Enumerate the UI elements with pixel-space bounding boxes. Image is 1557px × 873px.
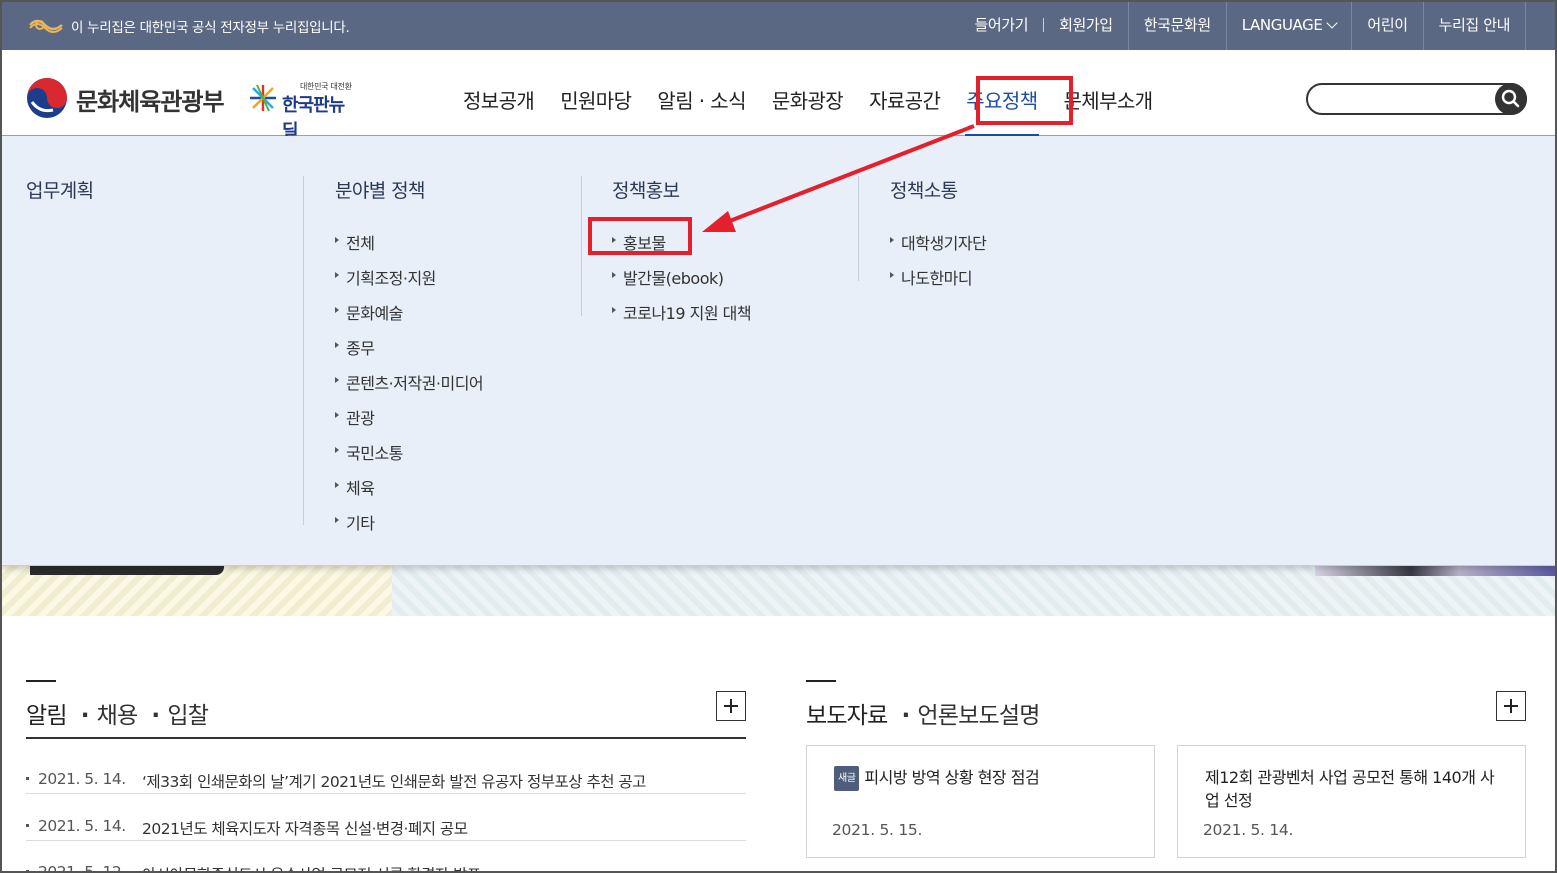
banner-photo <box>1315 566 1555 576</box>
gnb-item-civil-service[interactable]: 민원마당 <box>547 50 644 136</box>
link-login[interactable]: 들어가기 <box>960 0 1044 50</box>
menu-column-policy-promotion: 정책홍보 홍보물 발간물(ebook) 코로나19 지원 대책 <box>612 176 752 335</box>
link-signup[interactable]: 회원가입 <box>1044 0 1128 50</box>
link-site-guide[interactable]: 누리집 안내 <box>1422 0 1526 50</box>
menu-item-publications[interactable]: 발간물(ebook) <box>612 265 751 300</box>
highlight-box-key-policies <box>976 76 1073 125</box>
menu-item-sports[interactable]: 체육 <box>335 475 483 510</box>
press-card-title-text: 피시방 방역 상황 현장 점검 <box>864 768 1040 787</box>
menu-item-planning[interactable]: 기획조정·지원 <box>335 265 483 300</box>
link-kids[interactable]: 어린이 <box>1351 0 1422 50</box>
press-card-title[interactable]: 제12회 관광벤처 사업 공모전 통해 140개 사업 선정 <box>1205 766 1503 812</box>
menu-title-policies-by-field[interactable]: 분야별 정책 <box>335 176 483 203</box>
menu-item-covid-support[interactable]: 코로나19 지원 대책 <box>612 300 752 335</box>
highlight-box-promo-materials <box>588 217 692 255</box>
menu-item-religion[interactable]: 종무 <box>335 335 483 370</box>
section-bar <box>806 680 836 682</box>
search-box <box>1306 83 1527 115</box>
menu-item-arts[interactable]: 문화예술 <box>335 300 483 335</box>
tab-press-releases[interactable]: 보도자료 <box>806 696 888 730</box>
chevron-down-icon <box>1326 17 1339 29</box>
menu-column-work-plan: 업무계획 <box>26 176 94 203</box>
tab-recruitment[interactable]: 채용 <box>81 696 139 730</box>
menu-column-policies-by-field: 분야별 정책 전체 기획조정·지원 문화예술 종무 콘텐츠·저작권·미디어 관광… <box>335 176 484 545</box>
notice-date: 2021. 5. 12. <box>38 863 126 873</box>
notice-date: 2021. 5. 14. <box>38 770 126 788</box>
notice-date: 2021. 5. 14. <box>38 817 126 835</box>
press-card-date: 2021. 5. 14. <box>1203 821 1294 839</box>
press-card[interactable]: 새글 피시방 방역 상황 현장 점검 2021. 5. 15. <box>806 745 1155 858</box>
gov-notice-text: 이 누리집은 대한민국 공식 전자정부 누리집입니다. <box>71 20 350 36</box>
tab-notices[interactable]: 알림 <box>26 696 68 730</box>
gnb-item-info-disclosure[interactable]: 정보공개 <box>450 50 547 136</box>
section-divider <box>26 737 746 739</box>
banner-dark-panel <box>30 566 224 575</box>
press-card-title[interactable]: 새글 피시방 방역 상황 현장 점검 <box>834 766 1132 791</box>
notice-title[interactable]: ‘제33회 인쇄문화의 날’계기 2021년도 인쇄문화 발전 유공자 정부포상… <box>142 770 646 792</box>
menu-item-etc[interactable]: 기타 <box>335 510 483 545</box>
menu-item-all[interactable]: 전체 <box>335 230 483 265</box>
menu-item-tourism[interactable]: 관광 <box>335 405 483 440</box>
gov-emblem-icon <box>29 19 63 33</box>
search-icon <box>1501 89 1520 108</box>
press-section-title: 보도자료 언론보도설명 <box>806 696 1040 730</box>
column-divider <box>581 176 582 316</box>
menu-item-public-communication[interactable]: 국민소통 <box>335 440 483 475</box>
press-card-date: 2021. 5. 15. <box>832 821 923 839</box>
korean-newdeal-logo[interactable]: 대한민국 대전환 한국판뉴딜 <box>248 81 358 142</box>
menu-item-contents[interactable]: 콘텐츠·저작권·미디어 <box>335 370 484 405</box>
list-item[interactable]: 2021. 5. 12. 아시아문화중심도시 우수사업 공모전 서류 합격자 발… <box>26 840 746 873</box>
press-more-button[interactable] <box>1496 691 1526 721</box>
top-utility-bar: 이 누리집은 대한민국 공식 전자정부 누리집입니다. 들어가기 회원가입 한국… <box>0 0 1557 50</box>
menu-column-policy-communication: 정책소통 대학생기자단 나도한마디 <box>890 176 987 300</box>
taeguk-logo-icon[interactable] <box>26 77 68 119</box>
list-item[interactable]: 2021. 5. 14. ‘제33회 인쇄문화의 날’계기 2021년도 인쇄문… <box>26 747 746 794</box>
new-badge: 새글 <box>834 766 860 791</box>
newdeal-spark-icon <box>250 84 276 112</box>
press-card[interactable]: 제12회 관광벤처 사업 공모전 통해 140개 사업 선정 2021. 5. … <box>1177 745 1526 858</box>
menu-title-policy-communication[interactable]: 정책소통 <box>890 176 986 203</box>
section-bar <box>26 680 56 682</box>
list-item[interactable]: 2021. 5. 14. 2021년도 체육지도자 자격종목 신설·변경·폐지 … <box>26 794 746 841</box>
notices-section-title: 알림 채용 입찰 <box>26 696 209 730</box>
tab-press-explanations[interactable]: 언론보도설명 <box>901 696 1040 730</box>
mega-menu-panel: 업무계획 분야별 정책 전체 기획조정·지원 문화예술 종무 콘텐츠·저작권·미… <box>2 136 1555 566</box>
utility-links: 들어가기 회원가입 한국문화원 LANGUAGE 어린이 누리집 안내 <box>960 0 1526 50</box>
language-dropdown[interactable]: LANGUAGE <box>1225 0 1352 50</box>
notices-more-button[interactable] <box>716 691 746 721</box>
menu-item-student-reporters[interactable]: 대학생기자단 <box>890 230 987 265</box>
menu-title-work-plan[interactable]: 업무계획 <box>26 176 94 203</box>
gnb-item-culture-square[interactable]: 문화광장 <box>759 50 856 136</box>
ministry-name[interactable]: 문화체육관광부 <box>76 82 225 117</box>
menu-title-policy-promotion[interactable]: 정책홍보 <box>612 176 751 203</box>
main-visual-banner <box>2 566 1555 616</box>
search-input[interactable] <box>1320 88 1490 110</box>
notice-title[interactable]: 아시아문화중심도시 우수사업 공모전 서류 합격자 발표 <box>142 863 481 873</box>
column-divider <box>858 176 859 281</box>
tab-bidding[interactable]: 입찰 <box>151 696 209 730</box>
search-button[interactable] <box>1495 83 1527 115</box>
notice-title[interactable]: 2021년도 체육지도자 자격종목 신설·변경·폐지 공모 <box>142 817 468 839</box>
link-korean-culture-center[interactable]: 한국문화원 <box>1127 0 1226 50</box>
site-header: 문화체육관광부 대한민국 대전환 한국판뉴딜 정보공개 민원마당 알림 · 소식… <box>0 50 1557 142</box>
language-label: LANGUAGE <box>1241 16 1323 34</box>
gnb-item-resources[interactable]: 자료공간 <box>856 50 953 136</box>
menu-item-my-opinion[interactable]: 나도한마디 <box>890 265 986 300</box>
column-divider <box>303 176 304 525</box>
gnb-item-news[interactable]: 알림 · 소식 <box>644 50 758 136</box>
